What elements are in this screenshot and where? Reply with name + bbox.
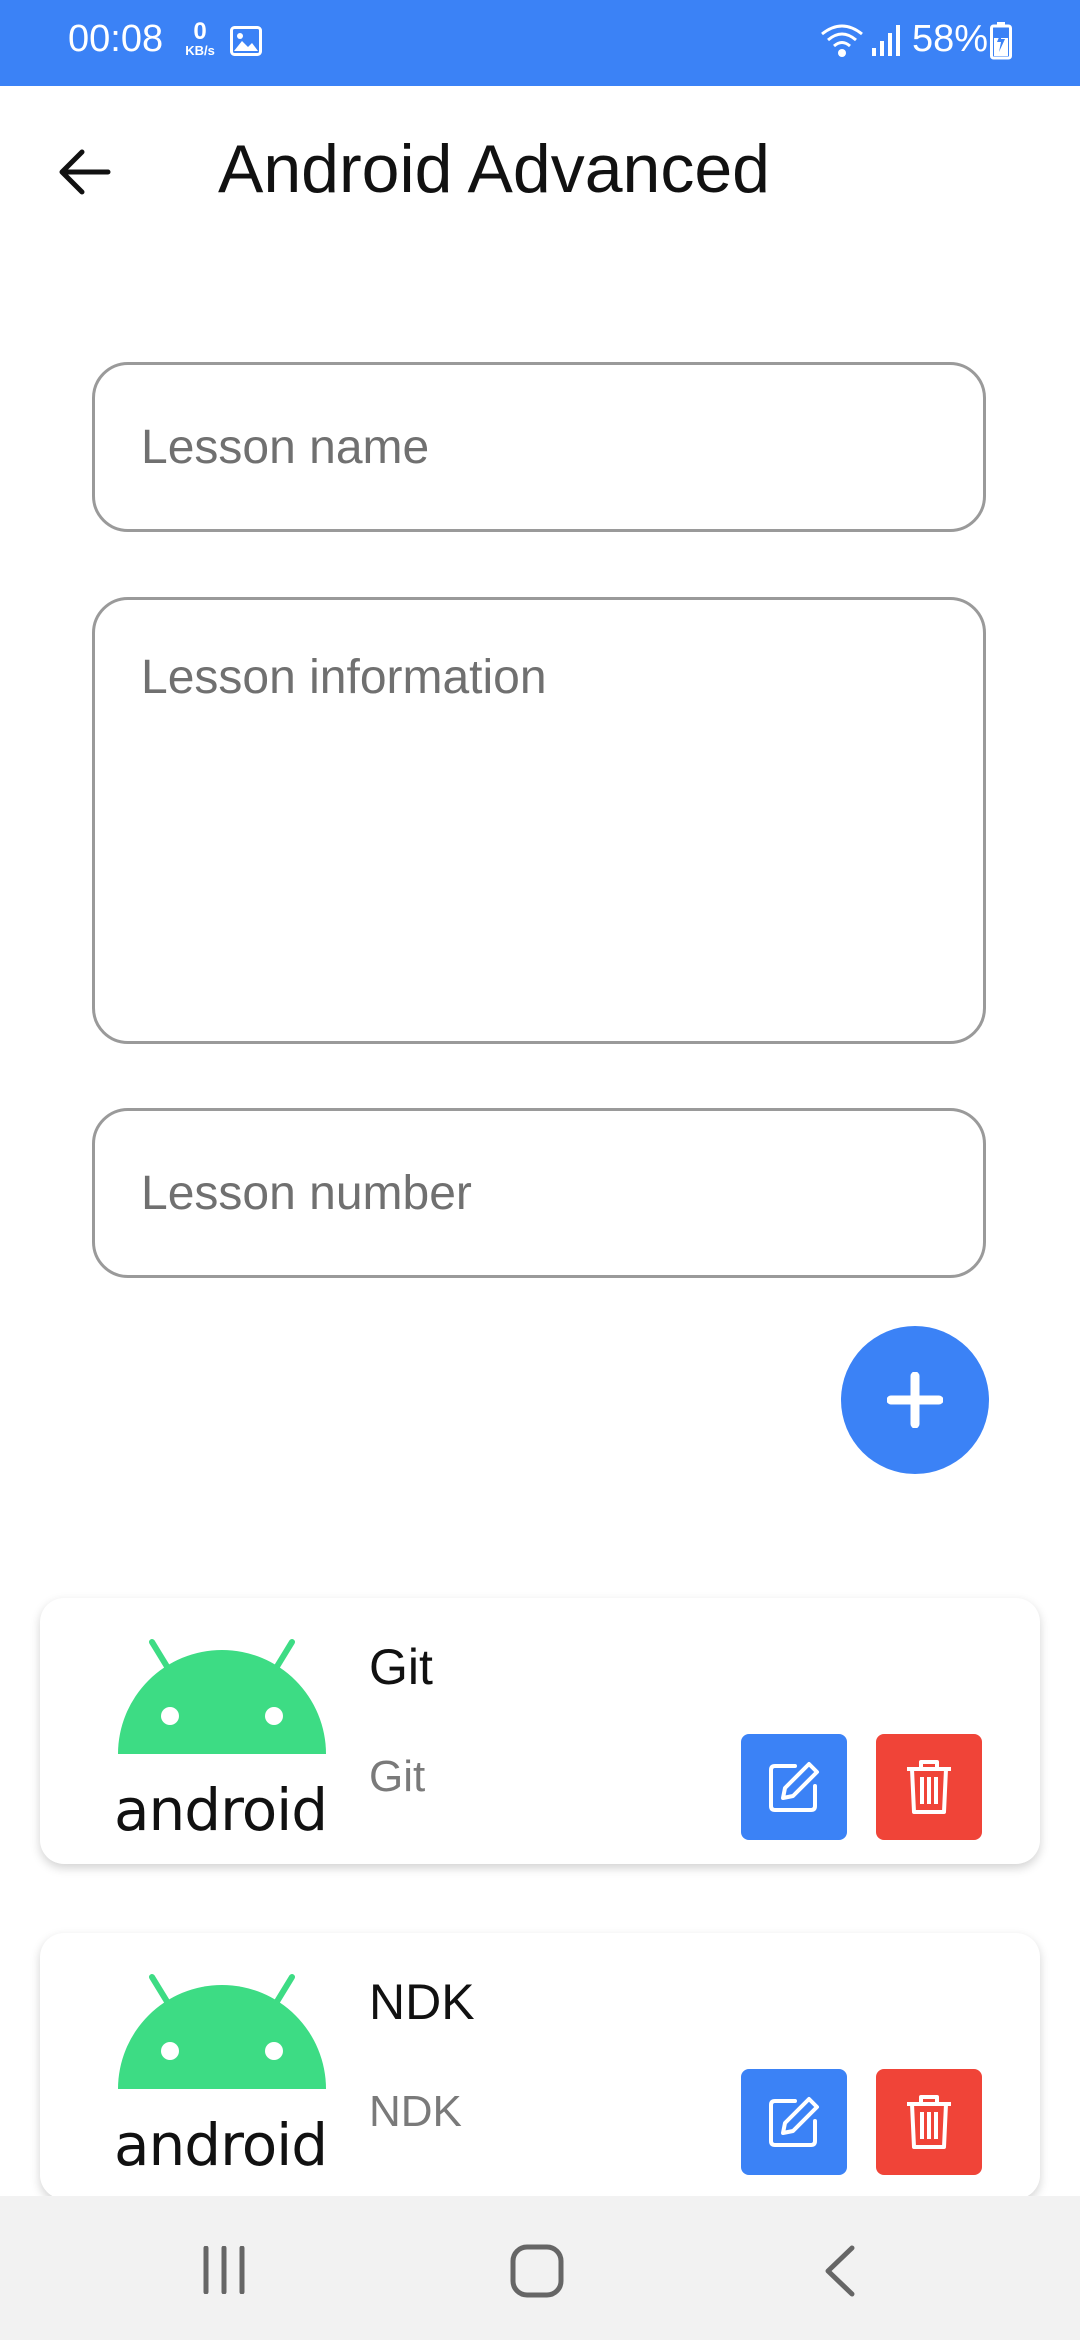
page-title: Android Advanced xyxy=(218,131,770,207)
lesson-card[interactable]: android NDK NDK xyxy=(40,1933,1040,2199)
android-logo-text: android xyxy=(114,2111,328,2179)
trash-icon xyxy=(907,2095,951,2149)
recent-apps-icon[interactable] xyxy=(200,2245,248,2299)
net-speed-value: 0 xyxy=(193,18,207,45)
lesson-card[interactable]: android Git Git xyxy=(40,1598,1040,1864)
status-time: 00:08 xyxy=(68,18,164,60)
home-icon[interactable] xyxy=(510,2244,564,2303)
lesson-information-input[interactable] xyxy=(92,597,986,1044)
lesson-subtitle: Git xyxy=(369,1752,426,1801)
lesson-title: Git xyxy=(369,1639,433,1695)
edit-lesson-button[interactable] xyxy=(741,1734,847,1840)
net-speed-unit: KB/s xyxy=(185,43,215,58)
gallery-notification-icon xyxy=(230,26,262,61)
android-logo-text: android xyxy=(114,1776,328,1844)
add-lesson-button[interactable] xyxy=(841,1326,989,1474)
signal-icon xyxy=(870,22,902,63)
status-bar: 00:08 0 KB/s 58% xyxy=(0,0,1080,86)
system-nav-bar xyxy=(0,2196,1080,2340)
plus-icon xyxy=(887,1372,943,1428)
edit-icon xyxy=(769,2097,819,2147)
battery-percentage: 58% xyxy=(912,18,989,60)
net-speed-indicator: 0 KB/s xyxy=(178,18,222,58)
back-icon[interactable] xyxy=(820,2244,860,2303)
back-button[interactable] xyxy=(52,140,116,204)
trash-icon xyxy=(907,1760,951,1814)
edit-icon xyxy=(769,1762,819,1812)
battery-charging-icon xyxy=(990,22,1012,65)
edit-lesson-button[interactable] xyxy=(741,2069,847,2175)
lesson-title: NDK xyxy=(369,1974,475,2030)
delete-lesson-button[interactable] xyxy=(876,2069,982,2175)
lesson-subtitle: NDK xyxy=(369,2087,462,2136)
wifi-icon xyxy=(820,22,864,67)
delete-lesson-button[interactable] xyxy=(876,1734,982,1840)
arrow-left-icon xyxy=(59,149,111,195)
lesson-number-input[interactable] xyxy=(92,1108,986,1278)
lesson-name-input[interactable] xyxy=(92,362,986,532)
